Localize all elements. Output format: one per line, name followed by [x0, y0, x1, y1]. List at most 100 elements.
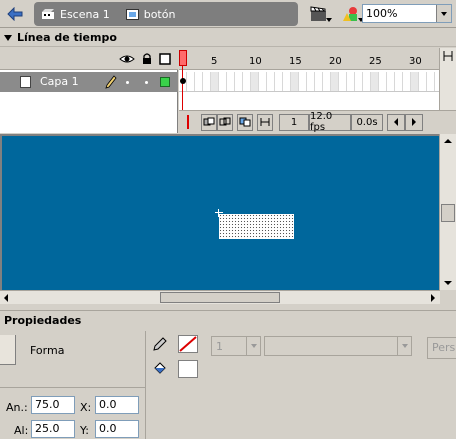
playhead-handle[interactable]	[179, 50, 187, 66]
layer-row[interactable]: Capa 1	[0, 72, 178, 92]
eye-icon[interactable]	[119, 53, 135, 65]
frame-cell[interactable]	[403, 72, 411, 91]
frame-ruler[interactable]: 1 5 10 15 20 25 30	[179, 48, 439, 70]
frame-cell[interactable]	[251, 72, 259, 91]
timeline-panel-header[interactable]: Línea de tiempo	[0, 29, 456, 47]
pencil-icon	[105, 75, 117, 89]
ruler-label: 25	[369, 56, 382, 67]
back-arrow-icon	[7, 7, 23, 21]
frame-cell[interactable]	[379, 72, 387, 91]
frame-cell[interactable]	[299, 72, 307, 91]
onion-markers-icon	[260, 118, 270, 126]
center-frame-icon[interactable]	[183, 114, 193, 130]
back-button[interactable]	[4, 3, 26, 25]
frame-cell[interactable]	[323, 72, 331, 91]
frame-cell[interactable]	[387, 72, 395, 91]
arrow-up-icon[interactable]	[444, 138, 452, 144]
frame-cell[interactable]	[395, 72, 403, 91]
layer-frames[interactable]	[179, 72, 439, 92]
frame-cell[interactable]	[211, 72, 219, 91]
current-frame-value: 1	[290, 116, 298, 128]
width-value: 75.0	[35, 398, 60, 411]
frame-cell[interactable]	[339, 72, 347, 91]
frame-cell[interactable]	[347, 72, 355, 91]
shape-type-icon	[0, 335, 16, 365]
arrow-down-icon[interactable]	[444, 280, 452, 286]
ruler-label: 30	[409, 56, 422, 67]
custom-stroke-label: Pers	[432, 341, 456, 354]
scrollbar-thumb[interactable]	[441, 204, 455, 222]
height-field[interactable]: 25.0	[31, 420, 75, 438]
ruler-options-icon[interactable]	[443, 50, 453, 62]
zoom-value: 100%	[366, 7, 398, 20]
divider	[145, 331, 146, 439]
stroke-height-dropdown	[246, 337, 260, 355]
stroke-height-field: 1	[211, 336, 261, 356]
onion-skin-button[interactable]	[201, 113, 217, 131]
frame-cell[interactable]	[227, 72, 235, 91]
fill-color-swatch[interactable]	[178, 360, 198, 378]
properties-panel-header[interactable]: Propiedades	[0, 310, 456, 330]
keyframe[interactable]	[180, 78, 186, 84]
ruler-label: 5	[211, 56, 218, 67]
width-field[interactable]: 75.0	[31, 396, 75, 414]
frame-cell[interactable]	[363, 72, 371, 91]
stage-horizontal-scrollbar[interactable]	[0, 290, 440, 304]
scroll-left-button[interactable]	[387, 113, 405, 131]
layer-outline-color[interactable]	[160, 77, 170, 87]
custom-stroke-button: Pers	[427, 337, 456, 359]
paint-bucket-icon	[154, 362, 166, 374]
layer-lock-dot[interactable]	[145, 81, 148, 84]
layer-name: Capa 1	[40, 75, 79, 88]
breadcrumb-symbol[interactable]: botón	[125, 7, 176, 21]
chevron-down-icon	[441, 11, 447, 16]
arrow-right-icon[interactable]	[430, 294, 436, 302]
frame-cell[interactable]	[315, 72, 323, 91]
frame-cell[interactable]	[203, 72, 211, 91]
onion-markers-button[interactable]	[257, 113, 273, 131]
outline-icon[interactable]	[159, 53, 171, 65]
frame-cell[interactable]	[259, 72, 267, 91]
properties-panel: Forma An.: 75.0 X: 0.0 Al: 25.0 Y: 0.0 1…	[0, 331, 456, 439]
timeline-scrollbar[interactable]	[439, 48, 456, 110]
x-field[interactable]: 0.0	[95, 396, 139, 414]
stage-vertical-scrollbar[interactable]	[439, 134, 456, 290]
frame-cell[interactable]	[411, 72, 419, 91]
frame-cell[interactable]	[307, 72, 315, 91]
edit-multiple-frames-button[interactable]	[237, 113, 253, 131]
frame-cell[interactable]	[283, 72, 291, 91]
layer-visibility-dot[interactable]	[126, 81, 129, 84]
chevron-down-icon	[250, 344, 257, 348]
zoom-select[interactable]: 100%	[362, 4, 452, 23]
zoom-dropdown-arrow[interactable]	[436, 5, 451, 22]
frame-cell[interactable]	[331, 72, 339, 91]
breadcrumb-symbol-label: botón	[143, 7, 176, 21]
frame-cell[interactable]	[195, 72, 203, 91]
frame-rate[interactable]: 12.0 fps	[309, 111, 351, 133]
frame-cell[interactable]	[427, 72, 435, 91]
frame-cell[interactable]	[355, 72, 363, 91]
frame-cell[interactable]	[371, 72, 379, 91]
frame-cell[interactable]	[243, 72, 251, 91]
frame-cell[interactable]	[235, 72, 243, 91]
frame-cell[interactable]	[219, 72, 227, 91]
edit-symbols-button[interactable]	[338, 3, 364, 25]
collapse-triangle-icon	[4, 34, 12, 41]
edit-scene-button[interactable]	[306, 3, 332, 25]
stroke-height-value: 1	[216, 340, 223, 353]
stroke-color-swatch[interactable]	[178, 335, 198, 353]
onion-outlines-button[interactable]	[217, 113, 233, 131]
frame-cell[interactable]	[419, 72, 427, 91]
frame-cell[interactable]	[275, 72, 283, 91]
scrollbar-thumb[interactable]	[160, 292, 280, 303]
arrow-left-icon[interactable]	[3, 294, 9, 302]
frame-cell[interactable]	[267, 72, 275, 91]
scroll-right-button[interactable]	[405, 113, 423, 131]
frame-rate-value: 12.0 fps	[310, 111, 333, 133]
selected-rectangle-shape[interactable]	[219, 214, 294, 239]
lock-icon[interactable]	[141, 53, 153, 65]
frame-cell[interactable]	[291, 72, 299, 91]
y-field[interactable]: 0.0	[95, 420, 139, 438]
frame-cell[interactable]	[187, 72, 195, 91]
breadcrumb-scene[interactable]: Escena 1	[42, 8, 110, 21]
